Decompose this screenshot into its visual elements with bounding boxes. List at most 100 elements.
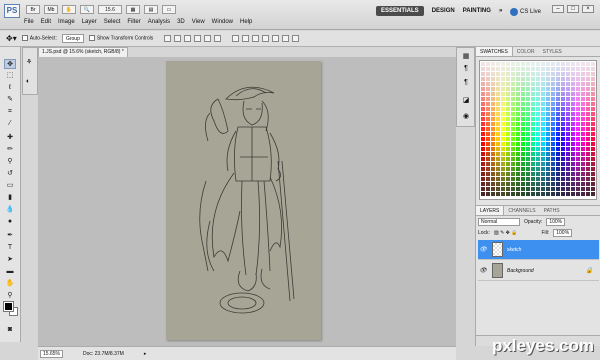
- swatch-cell[interactable]: [536, 162, 540, 166]
- swatch-cell[interactable]: [581, 182, 585, 186]
- swatch-cell[interactable]: [491, 142, 495, 146]
- swatch-cell[interactable]: [546, 157, 550, 161]
- swatch-cell[interactable]: [561, 172, 565, 176]
- swatch-cell[interactable]: [591, 192, 595, 196]
- swatch-cell[interactable]: [481, 122, 485, 126]
- swatch-cell[interactable]: [571, 132, 575, 136]
- swatch-cell[interactable]: [521, 67, 525, 71]
- swatch-cell[interactable]: [501, 87, 505, 91]
- swatch-cell[interactable]: [586, 112, 590, 116]
- swatch-cell[interactable]: [511, 182, 515, 186]
- swatch-cell[interactable]: [511, 62, 515, 66]
- swatch-cell[interactable]: [491, 87, 495, 91]
- swatch-cell[interactable]: [501, 157, 505, 161]
- swatch-cell[interactable]: [536, 87, 540, 91]
- swatch-cell[interactable]: [501, 147, 505, 151]
- swatch-cell[interactable]: [581, 187, 585, 191]
- swatch-cell[interactable]: [571, 152, 575, 156]
- swatch-cell[interactable]: [566, 137, 570, 141]
- swatch-cell[interactable]: [551, 77, 555, 81]
- swatch-cell[interactable]: [516, 132, 520, 136]
- menu-view[interactable]: View: [192, 19, 205, 25]
- swatch-cell[interactable]: [516, 177, 520, 181]
- swatch-cell[interactable]: [556, 117, 560, 121]
- swatch-cell[interactable]: [516, 107, 520, 111]
- history-panel-icon[interactable]: ▦: [461, 52, 471, 62]
- swatch-cell[interactable]: [556, 102, 560, 106]
- swatch-cell[interactable]: [591, 117, 595, 121]
- swatch-cell[interactable]: [491, 157, 495, 161]
- swatch-cell[interactable]: [521, 162, 525, 166]
- swatch-cell[interactable]: [581, 167, 585, 171]
- swatch-cell[interactable]: [516, 97, 520, 101]
- swatch-cell[interactable]: [561, 97, 565, 101]
- swatch-cell[interactable]: [561, 167, 565, 171]
- swatch-cell[interactable]: [541, 102, 545, 106]
- swatch-cell[interactable]: [591, 72, 595, 76]
- swatch-cell[interactable]: [486, 62, 490, 66]
- swatch-cell[interactable]: [576, 97, 580, 101]
- swatch-cell[interactable]: [506, 157, 510, 161]
- swatch-cell[interactable]: [556, 122, 560, 126]
- swatch-cell[interactable]: [486, 72, 490, 76]
- swatch-cell[interactable]: [531, 102, 535, 106]
- swatch-cell[interactable]: [536, 132, 540, 136]
- swatch-cell[interactable]: [521, 157, 525, 161]
- menu-window[interactable]: Window: [212, 19, 233, 25]
- swatch-cell[interactable]: [561, 152, 565, 156]
- swatch-cell[interactable]: [561, 187, 565, 191]
- swatch-cell[interactable]: [586, 147, 590, 151]
- swatch-cell[interactable]: [501, 167, 505, 171]
- swatch-cell[interactable]: [526, 122, 530, 126]
- swatch-cell[interactable]: [591, 157, 595, 161]
- arrange-docs-button[interactable]: ▤: [144, 5, 158, 14]
- swatch-cell[interactable]: [546, 177, 550, 181]
- swatch-cell[interactable]: [481, 92, 485, 96]
- swatch-cell[interactable]: [556, 187, 560, 191]
- swatch-cell[interactable]: [511, 102, 515, 106]
- swatch-cell[interactable]: [551, 142, 555, 146]
- swatch-cell[interactable]: [561, 92, 565, 96]
- swatch-cell[interactable]: [486, 182, 490, 186]
- swatch-cell[interactable]: [486, 117, 490, 121]
- swatch-cell[interactable]: [496, 147, 500, 151]
- swatch-cell[interactable]: [566, 72, 570, 76]
- swatch-cell[interactable]: [576, 182, 580, 186]
- menu-help[interactable]: Help: [240, 19, 252, 25]
- swatch-cell[interactable]: [496, 167, 500, 171]
- swatch-cell[interactable]: [516, 77, 520, 81]
- swatch-cell[interactable]: [556, 107, 560, 111]
- swatch-cell[interactable]: [516, 87, 520, 91]
- pen-tool-icon[interactable]: ✒: [4, 231, 16, 241]
- swatch-cell[interactable]: [546, 122, 550, 126]
- distribute-top-icon[interactable]: [232, 35, 240, 42]
- swatch-cell[interactable]: [561, 67, 565, 71]
- swatch-cell[interactable]: [576, 152, 580, 156]
- hand-tool-icon[interactable]: ✋: [4, 279, 16, 289]
- swatch-cell[interactable]: [551, 182, 555, 186]
- swatch-cell[interactable]: [571, 142, 575, 146]
- swatches-grid[interactable]: [479, 60, 597, 200]
- swatch-cell[interactable]: [501, 97, 505, 101]
- swatch-cell[interactable]: [546, 142, 550, 146]
- swatch-cell[interactable]: [506, 87, 510, 91]
- swatch-cell[interactable]: [501, 162, 505, 166]
- swatch-cell[interactable]: [511, 157, 515, 161]
- swatch-cell[interactable]: [571, 67, 575, 71]
- swatch-cell[interactable]: [571, 107, 575, 111]
- swatch-cell[interactable]: [571, 187, 575, 191]
- swatch-cell[interactable]: [586, 117, 590, 121]
- swatch-cell[interactable]: [546, 127, 550, 131]
- properties-panel-icon[interactable]: ¶: [461, 78, 471, 88]
- swatch-cell[interactable]: [521, 137, 525, 141]
- swatch-cell[interactable]: [521, 72, 525, 76]
- swatch-cell[interactable]: [556, 182, 560, 186]
- swatch-cell[interactable]: [496, 87, 500, 91]
- swatch-cell[interactable]: [551, 117, 555, 121]
- swatch-cell[interactable]: [546, 162, 550, 166]
- swatch-cell[interactable]: [551, 157, 555, 161]
- swatch-cell[interactable]: [506, 132, 510, 136]
- swatch-cell[interactable]: [581, 82, 585, 86]
- swatch-cell[interactable]: [586, 132, 590, 136]
- menu-analysis[interactable]: Analysis: [148, 19, 170, 25]
